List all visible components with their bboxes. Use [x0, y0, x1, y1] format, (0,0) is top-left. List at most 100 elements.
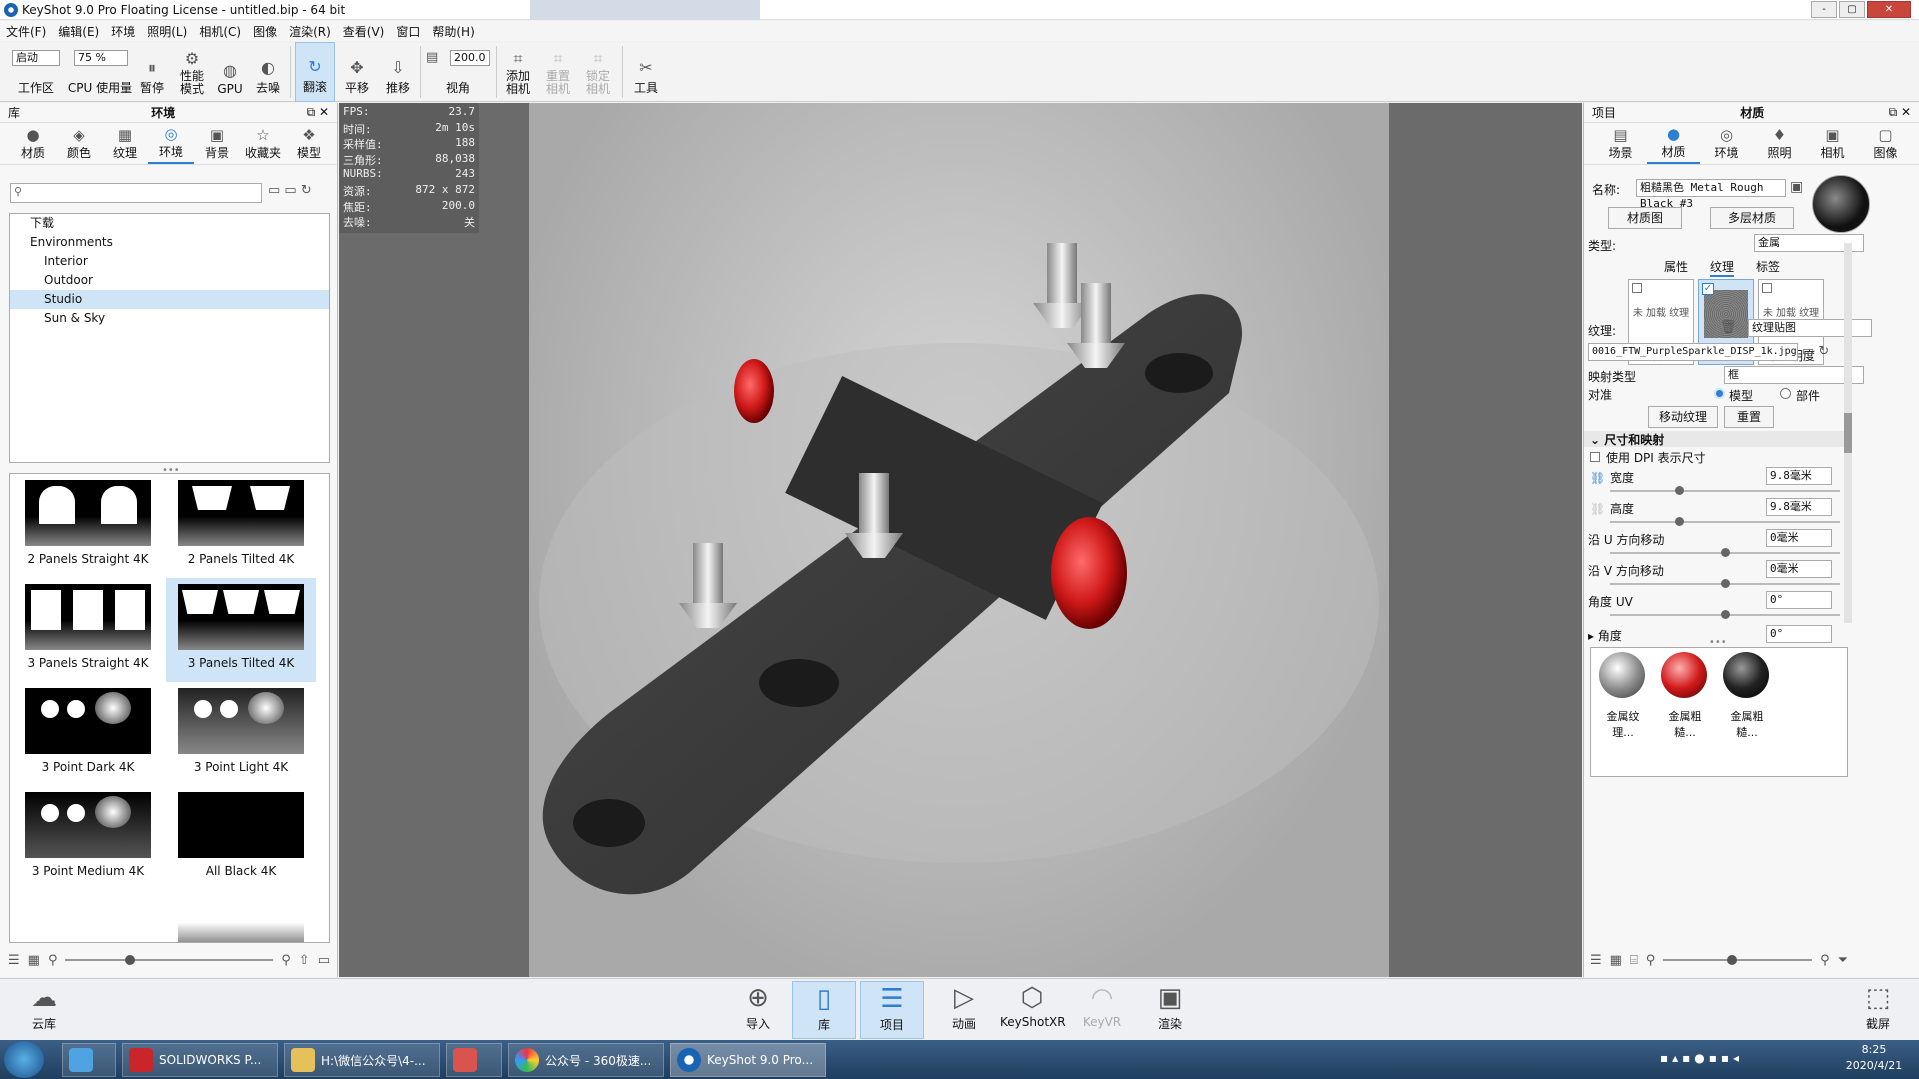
thumb-3-point-medium[interactable]: 3 Point Medium 4K: [13, 786, 163, 890]
dolly-button[interactable]: ⇩ 推移: [378, 42, 418, 102]
align-part-radio[interactable]: [1780, 388, 1791, 399]
zoom-in-icon[interactable]: ⚲: [281, 953, 291, 968]
angle-row[interactable]: ▸ 角度: [1588, 627, 1622, 644]
texture-file-input[interactable]: 0016_FTW_PurpleSparkle_DISP_1k.jpg: [1588, 343, 1798, 361]
section-size-mapping[interactable]: ⌄ 尺寸和映射: [1584, 431, 1846, 447]
move-texture-button[interactable]: 移动纹理: [1648, 406, 1718, 428]
render-button[interactable]: ▣ 渲染: [1138, 981, 1202, 1039]
param-input[interactable]: 0°: [1766, 591, 1832, 609]
tree-view-icon[interactable]: ⌸: [1630, 953, 1638, 968]
menu-lighting[interactable]: 照明(L): [147, 23, 187, 40]
align-model-radio[interactable]: [1714, 388, 1725, 399]
param-slider[interactable]: [1610, 490, 1840, 492]
tab-material[interactable]: ● 材质: [1647, 123, 1700, 164]
denoise-button[interactable]: ◐ 去噪: [250, 42, 286, 102]
thumb-3-point-dark[interactable]: 3 Point Dark 4K: [13, 682, 163, 786]
zoom-in-icon[interactable]: ⚲: [1820, 953, 1830, 968]
subtab-labels[interactable]: 标签: [1756, 258, 1780, 277]
multi-material-button[interactable]: 多层材质: [1710, 207, 1794, 229]
tab-environment[interactable]: ◎ 环境: [1700, 123, 1753, 164]
browse-folder-icon[interactable]: ▭ ↻: [1802, 344, 1829, 359]
reset-camera-button[interactable]: ⌗ 重置 相机: [540, 42, 576, 102]
folder-icon[interactable]: ▭: [318, 953, 330, 968]
param-slider[interactable]: [1610, 521, 1840, 523]
filter-icon[interactable]: ⏷: [1838, 953, 1848, 968]
slider-knob[interactable]: [1675, 486, 1684, 495]
tab-image[interactable]: ▢ 图像: [1859, 123, 1912, 164]
minimize-button[interactable]: -: [1811, 1, 1837, 18]
library-button[interactable]: ▯ 库: [792, 981, 856, 1039]
mapping-select[interactable]: 框: [1724, 366, 1864, 384]
delete-texture-icon[interactable]: 🗑: [1720, 320, 1737, 335]
menu-render[interactable]: 渲染(R): [289, 23, 331, 40]
list-view-icon[interactable]: ☰: [1590, 953, 1602, 968]
slot-checkbox-checked[interactable]: ✓: [1702, 283, 1714, 295]
thumb-all-black[interactable]: All Black 4K: [166, 786, 316, 890]
screenshot-button[interactable]: ⬚ 截屏: [1846, 981, 1910, 1039]
zoom-out-icon[interactable]: ⚲: [1646, 953, 1656, 968]
render-viewport[interactable]: FPS: 23.7 时间: 2m 10s 采样值: 188 三角形: 88,038 NU…: [339, 103, 1582, 977]
material-name-input[interactable]: 粗糙黑色 Metal Rough Black #3: [1636, 179, 1786, 210]
taskbar-pinned-app[interactable]: [62, 1043, 116, 1077]
project-button[interactable]: ☰ 项目: [860, 981, 924, 1039]
tab-camera[interactable]: ▣ 相机: [1806, 123, 1859, 164]
pan-button[interactable]: ✥ 平移: [338, 42, 376, 102]
grid-view-icon[interactable]: ▦: [28, 953, 40, 968]
animation-button[interactable]: ▷ 动画: [932, 981, 996, 1039]
render-canvas[interactable]: [529, 103, 1389, 977]
tab-textures[interactable]: ▦ 纹理: [102, 123, 148, 164]
thumb-partial[interactable]: [166, 890, 316, 942]
material-graph-button[interactable]: 材质图: [1608, 207, 1682, 229]
slider-knob[interactable]: [1721, 610, 1730, 619]
tab-backgrounds[interactable]: ▣ 背景: [194, 123, 240, 164]
fov-button[interactable]: 视角: [430, 42, 486, 102]
menu-environment[interactable]: 环境: [111, 23, 135, 40]
add-camera-button[interactable]: ⌗ 添加 相机: [500, 42, 536, 102]
slot-checkbox[interactable]: [1762, 283, 1772, 293]
swatch-size-slider[interactable]: [1663, 955, 1813, 965]
taskbar-explorer[interactable]: H:\微信公众号\4-...: [284, 1043, 440, 1077]
tools-button[interactable]: ✂ 工具: [626, 42, 666, 102]
tab-environments[interactable]: ◎ 环境: [148, 123, 194, 164]
slider-knob[interactable]: [1721, 548, 1730, 557]
dpi-checkbox[interactable]: [1590, 452, 1600, 462]
tumble-button[interactable]: ↻ 翻滚: [295, 42, 335, 102]
taskbar-app[interactable]: [446, 1043, 502, 1077]
list-view-icon[interactable]: ☰: [8, 953, 20, 968]
tab-scene[interactable]: ▤ 场景: [1594, 123, 1647, 164]
zoom-out-icon[interactable]: ⚲: [48, 953, 58, 968]
menu-help[interactable]: 帮助(H): [432, 23, 474, 40]
texture-type-select[interactable]: 纹理贴图: [1748, 319, 1872, 337]
panel-scrollbar[interactable]: [1844, 243, 1852, 623]
folder-icons[interactable]: ▭ ▭ ↻: [268, 183, 312, 198]
lock-camera-button[interactable]: ⌗ 锁定 相机: [580, 42, 616, 102]
maximize-button[interactable]: ▢: [1839, 1, 1865, 18]
thumb-2-panels-tilted[interactable]: 2 Panels Tilted 4K: [166, 474, 316, 578]
upload-icon[interactable]: ⇧: [299, 953, 310, 968]
param-input[interactable]: 0毫米: [1766, 560, 1832, 578]
taskbar-keyshot[interactable]: KeyShot 9.0 Pro...: [670, 1043, 826, 1077]
performance-mode-button[interactable]: ⚙ 性能 模式: [172, 42, 212, 102]
library-search-input[interactable]: ⚲: [10, 183, 262, 203]
param-input[interactable]: 9.8毫米: [1766, 498, 1832, 516]
swatch-metal-rough-red[interactable]: 金属粗糙...: [1661, 652, 1709, 740]
subtab-properties[interactable]: 属性: [1664, 258, 1688, 277]
thumbnail-size-slider[interactable]: [65, 955, 274, 965]
tab-materials[interactable]: ● 材质: [10, 123, 56, 164]
tree-item-sun-sky[interactable]: Sun & Sky: [10, 309, 329, 328]
import-button[interactable]: ⊕ 导入: [726, 981, 790, 1039]
slot-checkbox[interactable]: [1632, 283, 1642, 293]
grid-view-icon[interactable]: ▦: [1610, 953, 1622, 968]
pause-button[interactable]: ⏸ 暂停: [136, 42, 168, 102]
param-input[interactable]: 0毫米: [1766, 529, 1832, 547]
cpu-usage-button[interactable]: CPU 使用量: [66, 42, 134, 102]
thumb-2-panels-straight[interactable]: 2 Panels Straight 4K: [13, 474, 163, 578]
taskbar-solidworks[interactable]: SOLIDWORKS P...: [122, 1043, 278, 1077]
close-button[interactable]: ✕: [1867, 1, 1911, 18]
slider-knob[interactable]: [1675, 517, 1684, 526]
tab-models[interactable]: ❖ 模型: [286, 123, 332, 164]
tab-favorites[interactable]: ☆ 收藏夹: [240, 123, 286, 164]
subtab-textures[interactable]: 纹理: [1710, 258, 1735, 277]
tray-icons[interactable]: ▪▴▪●▪▪◂: [1660, 1051, 1743, 1065]
param-input[interactable]: 9.8毫米: [1766, 467, 1832, 485]
